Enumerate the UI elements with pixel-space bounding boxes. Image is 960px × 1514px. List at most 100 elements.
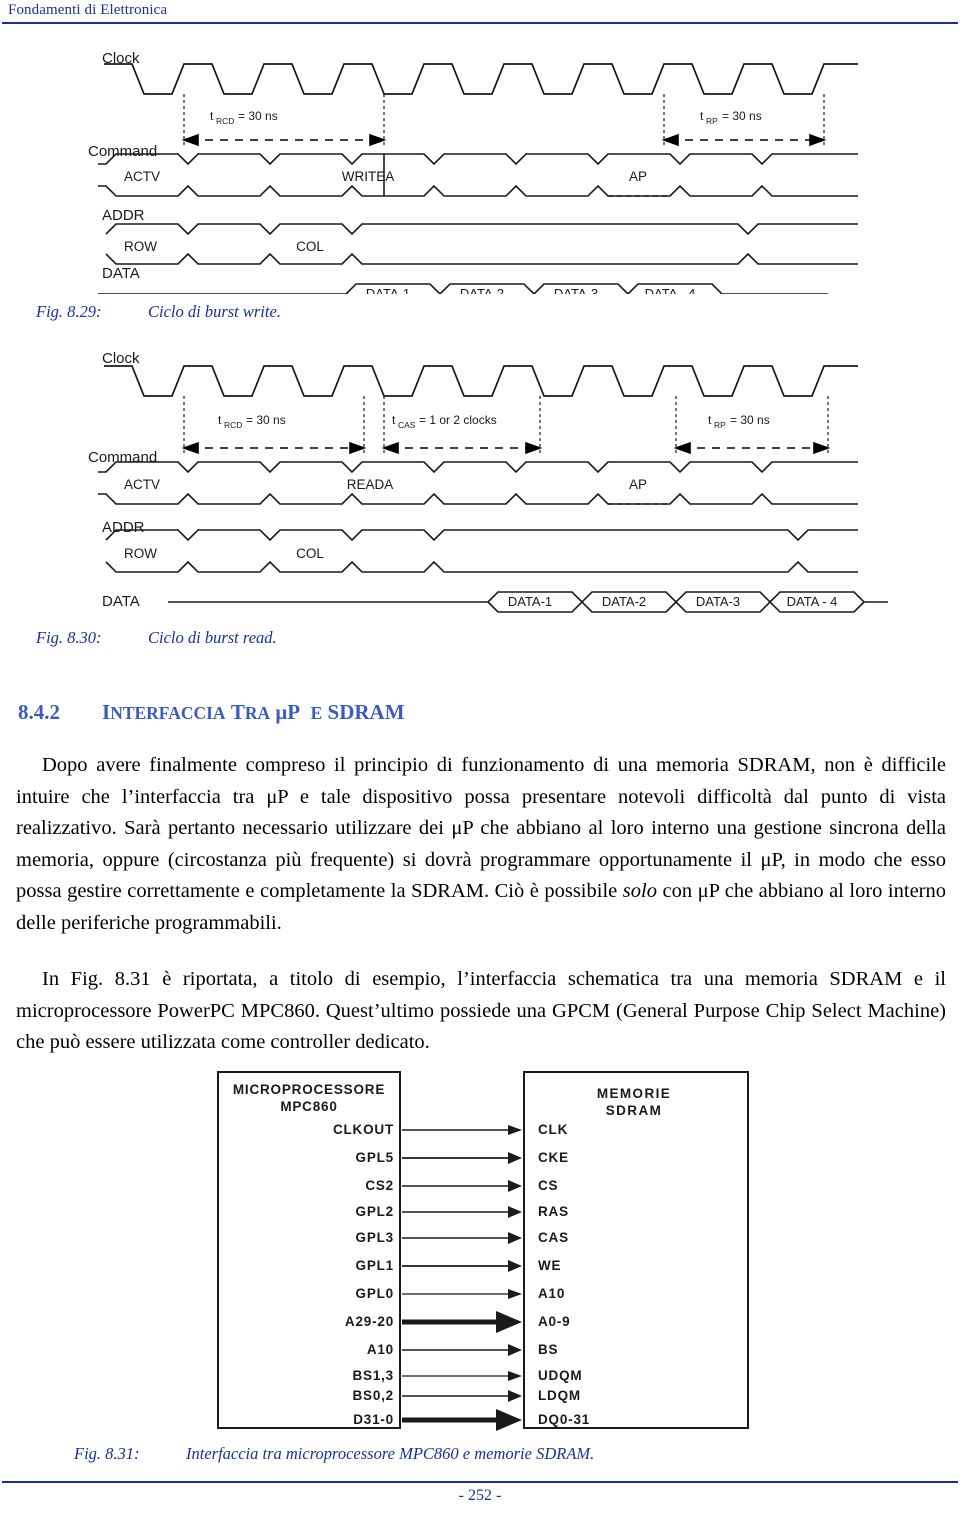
pin-right-4: CAS	[538, 1230, 569, 1245]
data-cell-3: DATA-3	[554, 286, 598, 294]
pin-left-6: GPL0	[356, 1286, 394, 1301]
data-cell-4-read: DATA - 4	[787, 594, 838, 609]
burst-read-waveform-svg: t RCD = 30 ns t CAS = 1 or 2 clocks t RP…	[98, 365, 888, 613]
pin-right-6: A10	[538, 1286, 565, 1301]
microprocessor-box-title-line1: MICROPROCESSORE	[233, 1082, 385, 1097]
section-title-nterfaccia: NTERFACCIA	[110, 703, 226, 723]
command-cell-actv: ACTV	[124, 169, 160, 184]
addr-cell-col: COL	[296, 239, 324, 254]
body-paragraph-1: Dopo avere finalmente compreso il princi…	[16, 750, 946, 939]
arrow-1	[508, 1152, 522, 1164]
pin-left-8: A10	[367, 1342, 394, 1357]
header-divider	[2, 22, 958, 24]
section-title-ra: RA	[244, 703, 271, 723]
arrow-5	[508, 1260, 522, 1272]
svg-text:RP: RP	[714, 420, 726, 430]
sdram-box-title-line2: SDRAM	[606, 1103, 663, 1118]
pin-right-2: CS	[538, 1178, 558, 1193]
footer-divider	[2, 1481, 958, 1483]
arrow-4	[508, 1232, 522, 1244]
signal-label-clock-read: Clock	[102, 350, 140, 367]
pin-left-11: D31-0	[353, 1412, 394, 1427]
signal-label-clock: Clock	[102, 50, 140, 67]
command-cell-actv-read: ACTV	[124, 477, 160, 492]
section-title-i: I	[102, 700, 111, 724]
timing-label-trp: t RP = 30 ns	[700, 109, 762, 126]
addr-cell-row-read: ROW	[124, 546, 157, 561]
data-cell-1: DATA-1	[366, 286, 410, 294]
svg-text:t: t	[708, 413, 712, 427]
timing-label-tcas-read: t CAS = 1 or 2 clocks	[392, 413, 497, 430]
pin-right-5: WE	[538, 1258, 561, 1273]
figure-caption-8-29: Fig. 8.29: Ciclo di burst write.	[36, 302, 281, 322]
section-number: 8.4.2	[18, 700, 60, 724]
figure-number-8-29: Fig. 8.29:	[36, 302, 102, 321]
signal-label-command-read: Command	[88, 449, 158, 466]
data-cell-2: DATA-2	[460, 286, 504, 294]
pin-right-0: CLK	[538, 1122, 568, 1137]
addr-waveform	[105, 223, 858, 265]
pin-left-3: GPL2	[356, 1204, 394, 1219]
page-header: Fondamenti di Elettronica	[0, 0, 960, 30]
signal-label-data: DATA	[102, 265, 140, 282]
arrow-10	[508, 1390, 522, 1402]
svg-text:= 1 or 2 clocks: = 1 or 2 clocks	[419, 413, 497, 427]
timing-label-trp-read: t RP = 30 ns	[708, 413, 770, 430]
figure-title-8-30: Ciclo di burst read.	[148, 628, 277, 647]
sdram-box-title-line1: MEMORIE	[597, 1086, 671, 1101]
command-waveform	[98, 153, 858, 197]
svg-text:= 30 ns: = 30 ns	[238, 109, 278, 123]
svg-text:t: t	[700, 109, 704, 123]
figure-title-8-29: Ciclo di burst write.	[148, 302, 281, 321]
pin-right-1: CKE	[538, 1150, 569, 1165]
data-cell-2-read: DATA-2	[602, 594, 646, 609]
pin-right-10: LDQM	[538, 1388, 581, 1403]
section-title-t: T	[230, 700, 245, 724]
paragraph-2-text: In Fig. 8.31 è riportata, a titolo di es…	[16, 968, 946, 1053]
pin-right-3: RAS	[538, 1204, 569, 1219]
figure-8-30-timing-diagram: t RCD = 30 ns t CAS = 1 or 2 clocks t RP…	[88, 344, 908, 614]
svg-text:t: t	[392, 413, 396, 427]
pin-right-9: UDQM	[538, 1368, 582, 1383]
pin-left-0: CLKOUT	[333, 1122, 394, 1137]
figure-caption-8-30: Fig. 8.30: Ciclo di burst read.	[36, 628, 277, 648]
section-title-mup: μP	[275, 700, 301, 724]
header-title: Fondamenti di Elettronica	[8, 2, 168, 18]
command-cell-reada: READA	[347, 477, 394, 492]
arrow-9	[508, 1371, 522, 1381]
microprocessor-box-title-line2: MPC860	[280, 1099, 337, 1114]
paragraph-1-italic-solo: solo	[622, 880, 657, 902]
data-cell-1-read: DATA-1	[508, 594, 552, 609]
figure-8-31-block-diagram: MICROPROCESSORE MPC860 MEMORIE SDRAM CLK…	[216, 1068, 750, 1434]
section-title-sdram: SDRAM	[327, 700, 405, 724]
burst-write-waveform-svg: t RCD = 30 ns t RP = 30 ns ACTV WRITEA A…	[98, 63, 858, 294]
data-cell-4: DATA - 4	[645, 286, 696, 294]
command-cell-ap: AP	[629, 169, 647, 184]
section-heading: 8.4.2 INTERFACCIA TRA μP E SDRAM	[18, 700, 405, 725]
signal-label-addr-read: ADDR	[102, 519, 145, 536]
signal-label-data-read: DATA	[102, 593, 140, 610]
pin-right-7: A0-9	[538, 1314, 570, 1329]
figure-caption-8-31: Fig. 8.31: Interfaccia tra microprocessor…	[74, 1444, 594, 1464]
pin-right-8: BS	[538, 1342, 558, 1357]
figure-number-8-31: Fig. 8.31:	[74, 1444, 140, 1463]
timing-label-trcd: t RCD = 30 ns	[210, 109, 278, 126]
addr-cell-col-read: COL	[296, 546, 324, 561]
body-paragraph-2: In Fig. 8.31 è riportata, a titolo di es…	[16, 964, 946, 1059]
arrow-8	[508, 1344, 522, 1356]
command-cell-ap-read: AP	[629, 477, 647, 492]
timing-label-trcd-read: t RCD = 30 ns	[218, 413, 286, 430]
svg-text:t: t	[210, 109, 214, 123]
arrow-11	[496, 1409, 522, 1431]
data-cell-3-read: DATA-3	[696, 594, 740, 609]
svg-text:= 30 ns: = 30 ns	[246, 413, 286, 427]
command-cell-writea: WRITEA	[342, 169, 395, 184]
figure-title-8-31: Interfaccia tra microprocessore MPC860 e…	[186, 1444, 595, 1463]
arrow-6	[508, 1289, 522, 1299]
pin-right-11: DQ0-31	[538, 1412, 590, 1427]
arrow-2	[508, 1180, 522, 1192]
addr-waveform-read	[105, 529, 858, 573]
pin-left-5: GPL1	[356, 1258, 394, 1273]
pin-left-9: BS1,3	[352, 1368, 394, 1383]
svg-text:t: t	[218, 413, 222, 427]
